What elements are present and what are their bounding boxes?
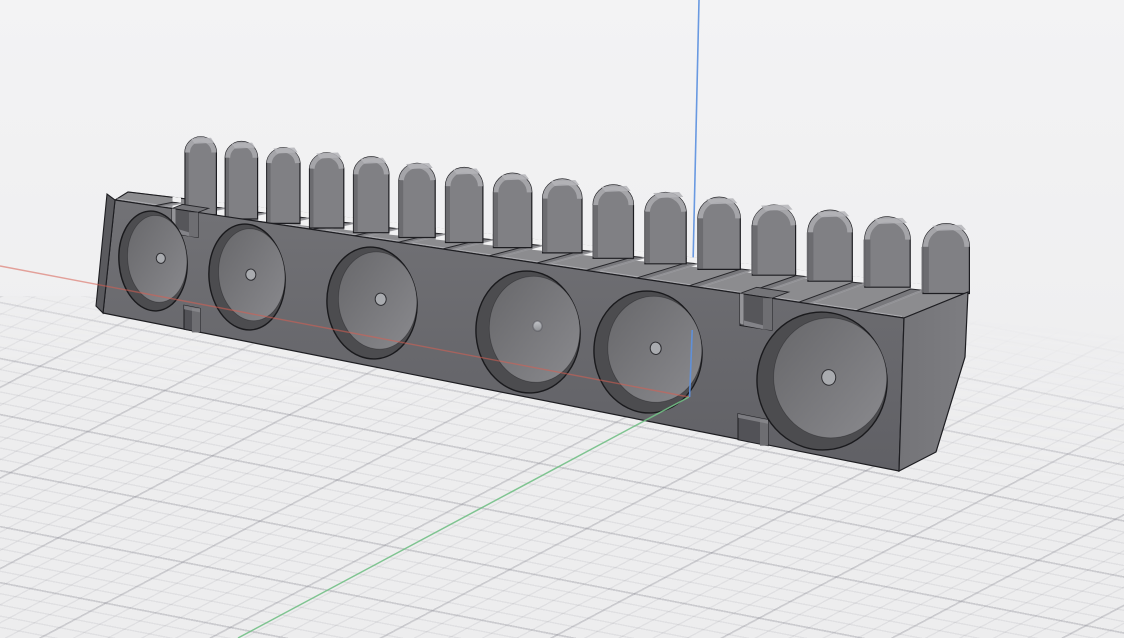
tooth	[225, 141, 257, 219]
tooth	[399, 163, 435, 238]
tooth	[593, 185, 633, 258]
tooth	[354, 157, 389, 233]
right-end-face	[899, 292, 968, 471]
tooth	[493, 173, 531, 247]
tooth	[310, 153, 344, 229]
tooth	[865, 217, 910, 287]
tooth	[267, 148, 300, 224]
tooth	[698, 197, 740, 269]
scene-canvas	[0, 0, 1124, 638]
y-axis-line	[238, 397, 689, 638]
tooth	[752, 205, 795, 276]
model-3d-part[interactable]	[96, 137, 969, 471]
tooth	[645, 192, 686, 264]
tooth	[923, 224, 969, 294]
tooth	[185, 137, 216, 215]
tooth	[808, 210, 852, 281]
tooth	[543, 179, 582, 253]
cad-viewport[interactable]	[0, 0, 1124, 638]
tooth	[446, 168, 483, 243]
